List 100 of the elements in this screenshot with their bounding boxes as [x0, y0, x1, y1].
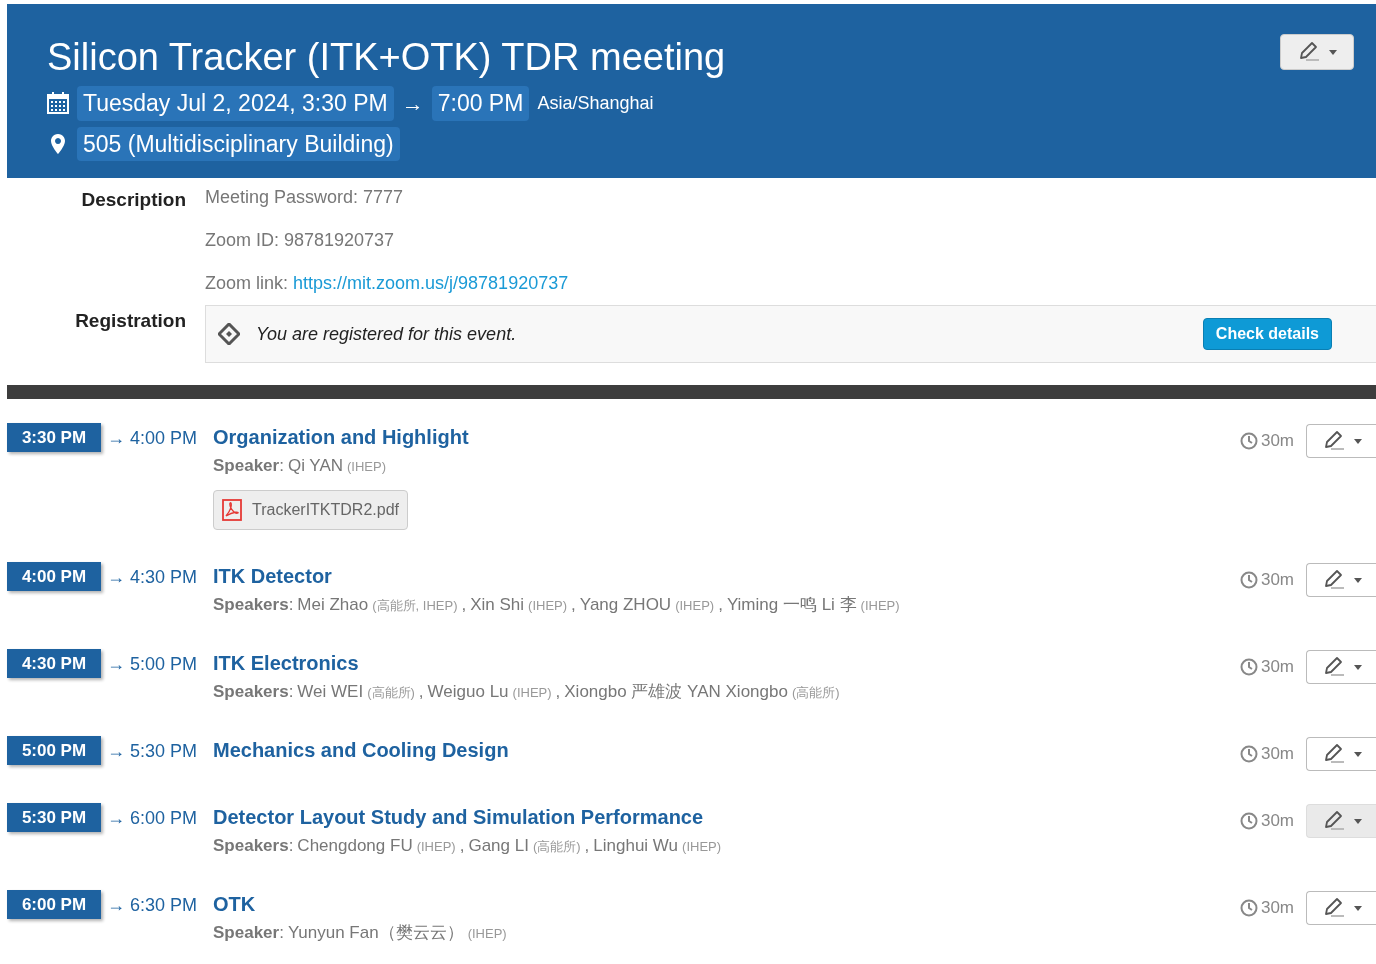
- end-time: → 6:30 PM: [106, 894, 199, 917]
- start-time-badge: 5:30 PM: [7, 803, 101, 832]
- end-time: → 4:00 PM: [106, 427, 199, 450]
- speaker-affiliation: (IHEP): [347, 458, 386, 476]
- edit-menu-button[interactable]: [1306, 737, 1376, 771]
- duration: 30m: [1239, 654, 1294, 680]
- colon-text: :: [288, 835, 294, 857]
- end-time: → 4:30 PM: [106, 566, 199, 589]
- speaker-name: Yang ZHOU: [579, 594, 672, 616]
- edit-menu-button[interactable]: [1306, 563, 1376, 597]
- clock-icon: [1239, 571, 1258, 589]
- start-time-badge: 4:00 PM: [7, 562, 101, 591]
- speaker-affiliation: (高能所): [791, 684, 840, 702]
- location: 505 (Multidisciplinary Building): [77, 126, 400, 161]
- separator-text: ,: [418, 681, 424, 703]
- description-label: Description: [81, 188, 186, 212]
- clock-icon: [1239, 745, 1258, 763]
- caret-icon: [1353, 577, 1362, 583]
- speaker-name: Qi YAN: [287, 455, 343, 477]
- speaker-affiliation: (IHEP): [528, 597, 568, 615]
- check-details-button[interactable]: Check details: [1202, 318, 1332, 350]
- separator-text: ,: [718, 594, 723, 616]
- calendar-icon: [47, 92, 69, 115]
- edit-menu-button[interactable]: [1306, 424, 1376, 458]
- end-time: → 6:00 PM: [106, 807, 199, 830]
- end-time: → 5:00 PM: [106, 653, 199, 676]
- end-time: → 5:30 PM: [106, 740, 199, 763]
- speaker-label: Speaker: [213, 455, 280, 477]
- start-date: Tuesday Jul 2, 2024, 3:30 PM: [77, 86, 394, 121]
- caret-icon: [1329, 49, 1337, 55]
- caret-icon: [1353, 751, 1362, 757]
- edit-menu-button[interactable]: [1306, 804, 1376, 838]
- speaker-name: Mei Zhao: [297, 594, 369, 616]
- start-time-badge: 3:30 PM: [7, 423, 101, 452]
- separator-text: ,: [571, 594, 576, 616]
- speaker-affiliation: (IHEP): [675, 597, 715, 615]
- speaker-affiliation: (IHEP): [682, 838, 722, 856]
- speaker-label: Speakers: [213, 681, 289, 703]
- clock-icon: [1239, 658, 1258, 676]
- colon-text: :: [288, 594, 294, 616]
- edit-menu-button[interactable]: [1306, 891, 1376, 925]
- contribution-title[interactable]: ITK Electronics: [213, 649, 1240, 677]
- speaker-affiliation: (高能所): [367, 684, 415, 702]
- duration: 30m: [1239, 741, 1294, 767]
- event-title: Silicon Tracker (ITK+OTK) TDR meeting: [47, 35, 726, 80]
- attachment-button[interactable]: TrackerITKTDR2.pdf: [213, 490, 408, 530]
- zoom-link[interactable]: https://mit.zoom.us/j/98781920737: [293, 273, 569, 293]
- description-text: Zoom ID: 98781920737: [205, 229, 396, 252]
- speaker-affiliation: (高能所, IHEP): [372, 597, 458, 615]
- end-time: 7:00 PM: [431, 86, 530, 121]
- start-time-badge: 5:00 PM: [7, 736, 101, 765]
- edit-menu-button[interactable]: [1280, 34, 1354, 70]
- duration: 30m: [1239, 808, 1294, 834]
- speaker-affiliation: (高能所): [532, 838, 581, 856]
- contribution-title[interactable]: Detector Layout Study and Simulation Performance: [213, 803, 1240, 831]
- contribution-title[interactable]: OTK: [213, 890, 1240, 918]
- caret-icon: [1353, 905, 1362, 911]
- caret-icon: [1353, 438, 1362, 444]
- registration-message: You are registered for this event.: [256, 322, 518, 346]
- separator-text: ,: [459, 835, 465, 857]
- contribution-title[interactable]: Mechanics and Cooling Design: [213, 736, 1240, 764]
- speaker-name: Weiguo Lu: [427, 681, 509, 703]
- duration: 30m: [1239, 428, 1294, 454]
- contribution-title[interactable]: ITK Detector: [213, 562, 1240, 590]
- colon-text: :: [279, 455, 284, 477]
- caret-icon: [1353, 664, 1362, 670]
- separator-text: ,: [584, 835, 590, 857]
- colon-text: :: [279, 922, 284, 944]
- speaker-affiliation: (IHEP): [860, 597, 900, 615]
- description-text: Meeting Password: 7777: [205, 186, 405, 209]
- speaker-name: Linghui Wu: [593, 835, 679, 857]
- separator-text: ,: [461, 594, 467, 616]
- start-time-badge: 6:00 PM: [7, 890, 101, 919]
- speaker-affiliation: (IHEP): [416, 838, 456, 856]
- speaker-label: Speakers: [213, 594, 289, 616]
- timezone: Asia/Shanghai: [537, 91, 654, 115]
- speaker-name: Chengdong FU: [297, 835, 413, 857]
- speaker-name: Gang LI: [468, 835, 529, 857]
- pdf-icon: [222, 499, 242, 521]
- speaker-name: Wei WEI: [297, 681, 364, 703]
- separator-text: ,: [555, 681, 561, 703]
- caret-icon: [1353, 818, 1362, 824]
- speaker-label: Speakers: [213, 835, 289, 857]
- speaker-name: Xiongbo 严雄波 YAN Xiongbo: [564, 681, 788, 703]
- start-time-badge: 4:30 PM: [7, 649, 101, 678]
- pencil-icon: [1297, 41, 1321, 63]
- speaker-affiliation: (IHEP): [512, 684, 552, 702]
- speaker-label: Speaker: [213, 922, 280, 944]
- contribution-title[interactable]: Organization and Highlight: [213, 423, 1240, 451]
- speaker-name: Xin Shi: [470, 594, 525, 616]
- speaker-name: Yiming 一鸣 Li 李: [726, 594, 857, 616]
- edit-menu-button[interactable]: [1306, 650, 1376, 684]
- speaker-affiliation: (IHEP): [467, 925, 507, 943]
- clock-icon: [1239, 899, 1258, 917]
- duration: 30m: [1239, 895, 1294, 921]
- clock-icon: [1239, 812, 1258, 830]
- ticket-icon: [218, 323, 240, 345]
- description-text: Zoom link: https://mit.zoom.us/j/98781920737: [205, 272, 569, 295]
- registration-label: Registration: [75, 309, 186, 333]
- colon-text: :: [288, 681, 294, 703]
